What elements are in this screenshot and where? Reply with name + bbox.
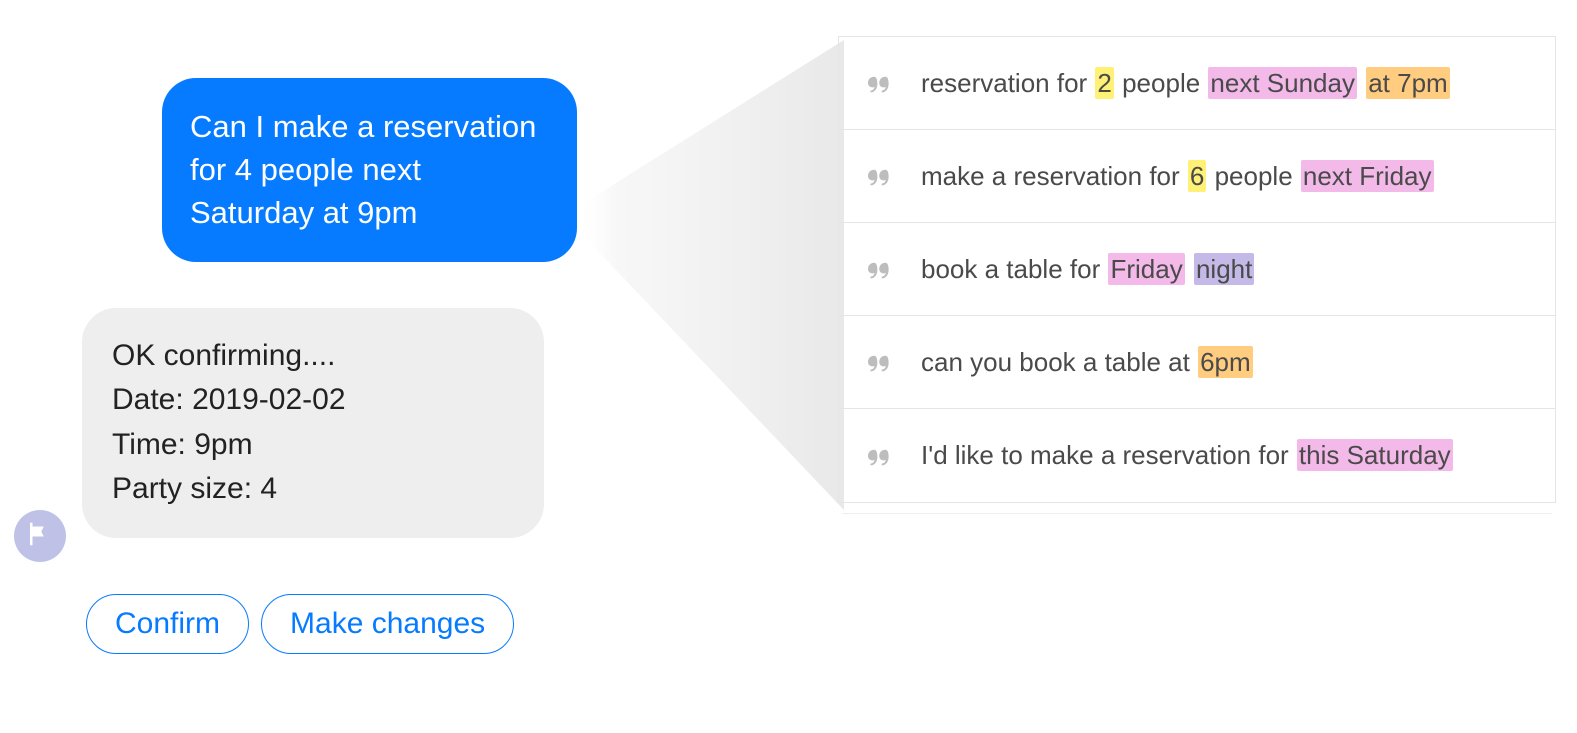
example-phrase: book a table for Friday night: [921, 254, 1555, 285]
training-examples-table: reservation for 2 people next Sunday at …: [838, 36, 1556, 503]
quote-icon: [863, 347, 921, 377]
entity-highlight: 6pm: [1198, 346, 1253, 378]
phrase-segment: people: [1115, 68, 1208, 98]
bot-time-value: 9pm: [194, 428, 252, 461]
phrase-segment: can you book a table at: [921, 347, 1197, 377]
example-row[interactable]: I'd like to make a reservation for this …: [839, 409, 1555, 502]
example-phrase: reservation for 2 people next Sunday at …: [921, 68, 1555, 99]
user-message-text: Can I make a reservation for 4 people ne…: [190, 109, 536, 230]
phrase-segment: [1358, 68, 1365, 98]
bot-date-line: Date: 2019-02-02: [112, 378, 512, 422]
entity-highlight: at 7pm: [1366, 67, 1450, 99]
phrase-segment: [1186, 254, 1193, 284]
phrase-segment: book a table for: [921, 254, 1107, 284]
bot-time-line: Time: 9pm: [112, 423, 512, 467]
bot-date-label: Date:: [112, 383, 184, 416]
quote-icon: [863, 161, 921, 191]
example-row[interactable]: can you book a table at 6pm: [839, 316, 1555, 409]
example-row[interactable]: reservation for 2 people next Sunday at …: [839, 37, 1555, 130]
example-phrase: I'd like to make a reservation for this …: [921, 440, 1555, 471]
phrase-segment: I'd like to make a reservation for: [921, 440, 1296, 470]
entity-highlight: this Saturday: [1297, 439, 1453, 471]
entity-highlight: 6: [1188, 160, 1206, 192]
entity-highlight: Friday: [1108, 253, 1184, 285]
entity-highlight: 2: [1095, 67, 1113, 99]
confirm-button[interactable]: Confirm: [86, 594, 249, 654]
entity-highlight: night: [1194, 253, 1254, 285]
flag-icon: [25, 519, 55, 554]
quote-icon: [863, 68, 921, 98]
example-phrase: can you book a table at 6pm: [921, 347, 1555, 378]
bot-party-line: Party size: 4: [112, 467, 512, 511]
user-message-bubble: Can I make a reservation for 4 people ne…: [162, 78, 577, 262]
scrollbar-stub: [842, 504, 1552, 514]
quote-icon: [863, 254, 921, 284]
entity-highlight: next Friday: [1301, 160, 1434, 192]
example-row[interactable]: make a reservation for 6 people next Fri…: [839, 130, 1555, 223]
phrase-segment: reservation for: [921, 68, 1094, 98]
chat-pane: Can I make a reservation for 4 people ne…: [0, 0, 720, 733]
bot-party-value: 4: [260, 472, 277, 505]
bot-date-value: 2019-02-02: [192, 383, 345, 416]
entity-highlight: next Sunday: [1208, 67, 1357, 99]
quick-replies: Confirm Make changes: [86, 594, 514, 654]
example-row[interactable]: book a table for Friday night: [839, 223, 1555, 316]
bot-message-bubble: OK confirming.... Date: 2019-02-02 Time:…: [82, 308, 544, 538]
example-phrase: make a reservation for 6 people next Fri…: [921, 161, 1555, 192]
quote-icon: [863, 441, 921, 471]
phrase-segment: people: [1207, 161, 1300, 191]
bot-avatar: [14, 510, 66, 562]
bot-time-label: Time:: [112, 428, 186, 461]
make-changes-button[interactable]: Make changes: [261, 594, 514, 654]
phrase-segment: make a reservation for: [921, 161, 1187, 191]
bot-party-label: Party size:: [112, 472, 252, 505]
bot-confirm-intro: OK confirming....: [112, 334, 512, 378]
